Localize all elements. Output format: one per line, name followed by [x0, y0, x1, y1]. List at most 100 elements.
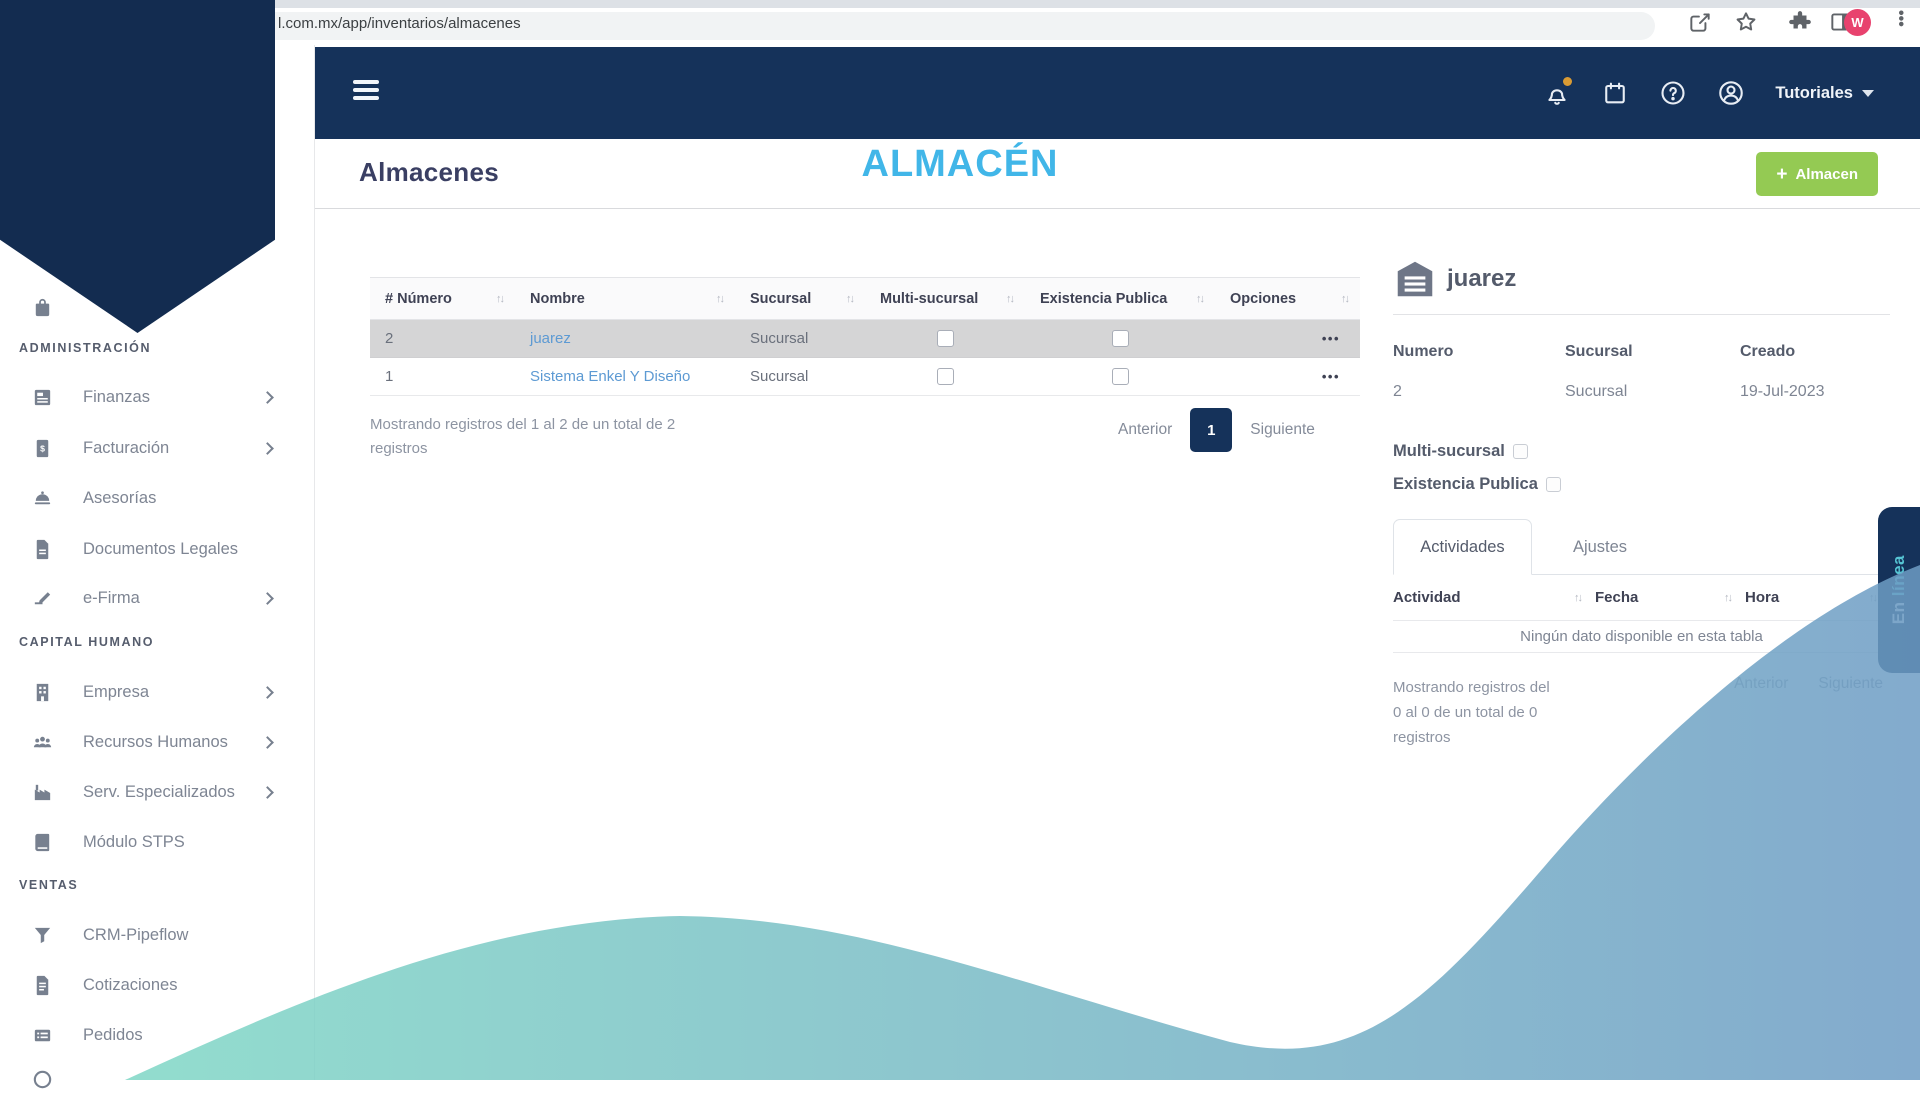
table-row[interactable]: 2 juarez Sucursal ••• — [370, 320, 1360, 358]
sort-icon[interactable]: ↑↓ — [716, 293, 725, 305]
tutoriales-menu[interactable]: Tutoriales — [1775, 84, 1874, 103]
detail-panel: juarez Numero 2 Sucursal Sucursal Creado… — [1393, 260, 1893, 750]
activity-table: Actividad ↑↓ Fecha ↑↓ Hora ↑↓ Ningún dato d… — [1393, 575, 1890, 653]
sidebar-item-asesorias[interactable]: Asesorías — [0, 482, 315, 514]
prev-page-button[interactable]: Anterior — [1734, 675, 1788, 693]
sidebar-item-cotizaciones[interactable]: Cotizaciones — [0, 969, 315, 1001]
sidebar-item-finanzas[interactable]: Finanzas — [0, 381, 315, 413]
empty-table-message: Ningún dato disponible en esta tabla — [1393, 620, 1890, 653]
sort-icon[interactable]: ↑↓ — [496, 293, 505, 305]
extensions-puzzle-icon[interactable] — [1787, 9, 1813, 35]
col-nombre[interactable]: Nombre ↑↓ — [515, 291, 735, 307]
almacen-link[interactable]: juarez — [530, 330, 571, 347]
col-sucursal[interactable]: Sucursal ↑↓ — [735, 291, 865, 307]
col-existencia-publica[interactable]: Existencia Publica ↑↓ — [1025, 291, 1215, 307]
sidebar-item-e-firma[interactable]: e-Firma — [0, 582, 315, 614]
table-row[interactable]: 1 Sistema Enkel Y Diseño Sucursal ••• — [370, 358, 1360, 396]
options-kebab-icon[interactable]: ••• — [1322, 331, 1340, 346]
browser-tab-strip — [0, 0, 1920, 8]
field-sucursal: Sucursal Sucursal — [1565, 343, 1633, 400]
chevron-right-icon — [261, 685, 274, 699]
warehouse-icon — [1397, 261, 1433, 297]
prev-page-button[interactable]: Anterior — [1100, 421, 1190, 439]
sort-icon[interactable]: ↑↓ — [846, 293, 855, 305]
sort-icon[interactable]: ↑↓ — [1341, 293, 1350, 305]
multi-sucursal-checkbox[interactable] — [936, 330, 954, 347]
current-page-button[interactable]: 1 — [1190, 408, 1233, 452]
sort-icon[interactable]: ↑↓ — [1724, 592, 1733, 604]
col-actividad[interactable]: Actividad ↑↓ — [1393, 589, 1595, 606]
detail-title: juarez — [1447, 265, 1517, 292]
signature-icon — [31, 587, 54, 610]
chevron-right-icon — [261, 785, 274, 799]
en-linea-label: En línea — [1889, 555, 1908, 625]
existencia-publica-checkbox[interactable] — [1111, 330, 1129, 347]
sort-icon[interactable]: ↑↓ — [1196, 293, 1205, 305]
share-icon[interactable] — [1687, 9, 1713, 35]
en-linea-tab[interactable]: En línea — [1878, 507, 1920, 673]
sidebar-item-serv-especializados[interactable]: Serv. Especializados — [0, 776, 315, 808]
col-fecha[interactable]: Fecha ↑↓ — [1595, 589, 1745, 606]
url-text[interactable]: l.com.mx/app/inventarios/almacenes — [278, 15, 521, 32]
multi-sucursal-checkbox[interactable] — [1512, 444, 1528, 459]
sidebar-item-facturacion[interactable]: $ Facturación — [0, 432, 315, 464]
app-navbar: Tutoriales — [315, 47, 1920, 139]
options-kebab-icon[interactable]: ••• — [1322, 369, 1340, 384]
field-creado: Creado 19-Jul-2023 — [1740, 343, 1825, 400]
chevron-right-icon — [261, 390, 274, 404]
almacenes-table: # Número ↑↓ Nombre ↑↓ Sucursal ↑↓ Multi-suc… — [370, 277, 1360, 396]
existencia-publica-checkbox[interactable] — [1545, 477, 1561, 492]
browser-chrome: l.com.mx/app/inventarios/almacenes W ••• — [0, 0, 1920, 45]
quote-icon — [31, 974, 54, 997]
detail-tabs: Actividades Ajustes — [1393, 519, 1890, 575]
col-opciones[interactable]: Opciones ↑↓ — [1215, 291, 1360, 307]
existencia-publica-checkbox[interactable] — [1111, 368, 1129, 385]
sidebar-item-cutoff[interactable] — [0, 1063, 315, 1095]
chevron-right-icon — [261, 441, 274, 455]
col-multi-sucursal[interactable]: Multi-sucursal ↑↓ — [865, 291, 1025, 307]
sidebar-section-administracion: ADMINISTRACIÓN — [19, 341, 152, 355]
sidebar-item-crm-pipeflow[interactable]: CRM-Pipeflow — [0, 919, 315, 951]
sidebar-item-documentos-legales[interactable]: Documentos Legales — [0, 533, 315, 565]
sort-icon[interactable]: ↑↓ — [1869, 592, 1878, 604]
sidebar-item-recursos-humanos[interactable]: Recursos Humanos — [0, 726, 315, 758]
browser-menu-kebab-icon[interactable]: ••• — [1892, 10, 1909, 27]
next-page-button[interactable]: Siguiente — [1232, 421, 1333, 439]
user-avatar-icon[interactable] — [1717, 79, 1745, 107]
people-icon — [31, 731, 54, 754]
sidebar-section-capital-humano: CAPITAL HUMANO — [19, 635, 155, 649]
almacen-link[interactable]: Sistema Enkel Y Diseño — [530, 368, 690, 385]
next-page-button[interactable]: Siguiente — [1818, 675, 1883, 693]
field-numero: Numero 2 — [1393, 343, 1454, 400]
col-numero[interactable]: # Número ↑↓ — [370, 291, 515, 307]
browser-profile-avatar[interactable]: W — [1844, 9, 1871, 36]
banner-title: ALMACÉN — [861, 143, 1059, 185]
circle-icon — [31, 1068, 54, 1091]
tab-ajustes[interactable]: Ajustes — [1545, 520, 1655, 575]
factory-icon — [31, 781, 54, 804]
sidebar-item-modulo-stps[interactable]: Módulo STPS — [0, 826, 315, 858]
sidebar-item-pedidos[interactable]: Pedidos — [0, 1019, 315, 1051]
table-header-row: # Número ↑↓ Nombre ↑↓ Sucursal ↑↓ Multi-suc… — [370, 277, 1360, 320]
order-icon — [31, 1024, 54, 1047]
sort-icon[interactable]: ↑↓ — [1006, 293, 1015, 305]
sidebar-item-empresa[interactable]: Empresa — [0, 676, 315, 708]
col-hora[interactable]: Hora ↑↓ — [1745, 589, 1890, 606]
menu-icon[interactable] — [353, 80, 379, 102]
building-icon — [31, 681, 54, 704]
activity-pagination: Anterior Siguiente — [1734, 675, 1883, 693]
document-icon — [31, 538, 54, 561]
chevron-down-icon — [1862, 89, 1874, 97]
chevron-right-icon — [261, 591, 274, 605]
multi-sucursal-checkbox[interactable] — [936, 368, 954, 385]
calendar-icon[interactable] — [1601, 79, 1629, 107]
help-icon[interactable] — [1659, 79, 1687, 107]
sort-icon[interactable]: ↑↓ — [1574, 592, 1583, 604]
activity-summary: Mostrando registros del 0 al 0 de un tot… — [1393, 679, 1550, 746]
invoice-icon: $ — [31, 437, 54, 460]
newspaper-icon — [31, 386, 54, 409]
tab-actividades[interactable]: Actividades — [1393, 519, 1532, 575]
bookmark-star-icon[interactable] — [1733, 9, 1759, 35]
multi-sucursal-field: Multi-sucursal — [1393, 442, 1893, 461]
notifications-bell-icon[interactable] — [1543, 77, 1573, 107]
